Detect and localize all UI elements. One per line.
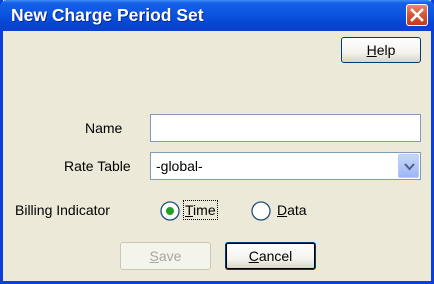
radio-data[interactable] — [250, 200, 272, 222]
chevron-down-icon — [404, 163, 415, 171]
name-label: Name — [85, 120, 123, 136]
billing-indicator-label: Billing Indicator — [15, 202, 110, 218]
radio-time-mnemonic: T — [185, 202, 194, 218]
name-field[interactable] — [150, 114, 421, 142]
radio-data-rest: ata — [287, 202, 307, 218]
dialog-window: New Charge Period Set Help Name Rate Tab… — [0, 0, 434, 284]
rate-table-label: Rate Table — [64, 158, 131, 174]
help-button[interactable]: Help — [341, 37, 421, 63]
cancel-label-rest: ancel — [258, 248, 293, 264]
radio-time-rest: ime — [193, 202, 216, 218]
radio-data-label: Data — [277, 202, 307, 218]
save-mnemonic: S — [149, 248, 159, 264]
title-bar[interactable]: New Charge Period Set — [0, 0, 434, 31]
cancel-mnemonic: C — [248, 248, 259, 264]
save-button[interactable]: Save — [120, 242, 211, 270]
help-label-rest: elp — [376, 42, 396, 58]
radio-time-label: Time — [183, 200, 218, 220]
rate-table-value: -global- — [156, 158, 203, 174]
radio-time[interactable] — [159, 200, 181, 222]
close-button[interactable] — [406, 4, 428, 26]
dropdown-button[interactable] — [398, 154, 419, 178]
window-title: New Charge Period Set — [11, 5, 204, 25]
cancel-button[interactable]: Cancel — [225, 242, 316, 270]
rate-table-select[interactable]: -global- — [150, 152, 421, 180]
help-mnemonic: H — [366, 42, 377, 58]
save-label-rest: ave — [158, 248, 182, 264]
radio-data-mnemonic: D — [277, 202, 288, 218]
close-icon — [410, 8, 424, 22]
